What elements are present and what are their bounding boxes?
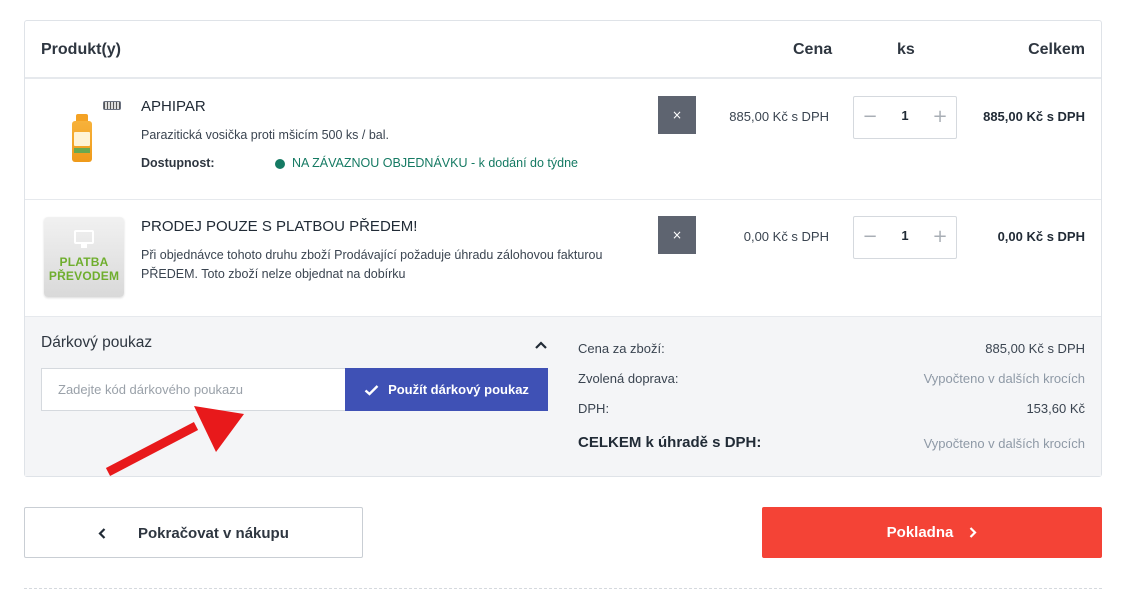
checkout-button[interactable]: Pokladna: [762, 507, 1102, 558]
chevron-right-icon: [970, 527, 977, 538]
product-name[interactable]: PRODEJ POUZE S PLATBOU PŘEDEM!: [141, 218, 417, 235]
quantity-stepper: − +: [853, 96, 957, 139]
summary-total-label: CELKEM k úhradě s DPH:: [578, 434, 762, 451]
summary-label: Zvolená doprava:: [578, 371, 679, 386]
cart-row: PLATBA PŘEVODEM PRODEJ POUZE S PLATBOU P…: [25, 200, 1101, 317]
checkmark-icon: [364, 384, 379, 396]
summary-value: Vypočteno v dalších krocích: [923, 371, 1085, 386]
availability-dot-icon: [275, 159, 285, 169]
header-price: Cena: [793, 41, 833, 58]
cart-header: Produkt(y) Cena ks Celkem: [25, 21, 1101, 79]
payment-thumbnail[interactable]: PLATBA PŘEVODEM: [44, 217, 124, 297]
qty-plus-button[interactable]: +: [928, 226, 952, 250]
summary-label: Cena za zboží:: [578, 341, 665, 356]
thumbnail-text: PLATBA: [59, 255, 109, 269]
qty-input[interactable]: [884, 228, 926, 243]
chevron-up-icon[interactable]: [533, 339, 549, 351]
gift-voucher-input[interactable]: [41, 368, 346, 411]
header-product: Produkt(y): [41, 41, 121, 58]
qty-minus-button[interactable]: −: [858, 226, 882, 250]
summary-value: 885,00 Kč s DPH: [985, 341, 1085, 356]
header-qty: ks: [897, 41, 915, 58]
item-total: 885,00 Kč s DPH: [983, 109, 1085, 124]
item-price: 885,00 Kč s DPH: [729, 109, 829, 124]
product-description: Parazitická vosička proti mšicím 500 ks …: [141, 128, 389, 142]
product-description: Při objednávce tohoto druhu zboží Prodáv…: [141, 248, 603, 281]
continue-shopping-label: Pokračovat v nákupu: [138, 525, 289, 542]
cart-footer: Dárkový poukaz Použít dárkový poukaz Cen…: [25, 317, 1101, 476]
qty-input[interactable]: [884, 108, 926, 123]
monitor-icon: [74, 230, 94, 244]
item-total: 0,00 Kč s DPH: [997, 229, 1085, 244]
availability-label: Dostupnost:: [141, 156, 215, 170]
header-total: Celkem: [1028, 41, 1085, 58]
divider: [24, 588, 1102, 589]
item-price: 0,00 Kč s DPH: [743, 229, 829, 244]
qty-plus-button[interactable]: +: [928, 106, 952, 130]
remove-item-button[interactable]: ×: [658, 216, 696, 254]
pouch-product-icon: [103, 101, 121, 110]
cart-table: Produkt(y) Cena ks Celkem APHIPAR Parazi…: [24, 20, 1102, 477]
product-name[interactable]: APHIPAR: [141, 98, 206, 115]
thumbnail-text: PŘEVODEM: [48, 269, 120, 283]
summary-value: 153,60 Kč: [1026, 401, 1085, 416]
chevron-left-icon: [98, 528, 106, 539]
bottle-product-icon[interactable]: [71, 114, 93, 162]
availability-text: NA ZÁVAZNOU OBJEDNÁVKU - k dodání do týd…: [292, 156, 578, 170]
qty-minus-button[interactable]: −: [858, 106, 882, 130]
gift-voucher-title: Dárkový poukaz: [41, 334, 153, 351]
remove-item-button[interactable]: ×: [658, 96, 696, 134]
checkout-label: Pokladna: [886, 524, 954, 541]
summary-total-value: Vypočteno v dalších krocích: [923, 436, 1085, 451]
summary-label: DPH:: [578, 401, 610, 416]
apply-voucher-button[interactable]: Použít dárkový poukaz: [345, 368, 548, 411]
cart-row: APHIPAR Parazitická vosička proti mšicím…: [25, 80, 1101, 200]
continue-shopping-button[interactable]: Pokračovat v nákupu: [24, 507, 363, 558]
apply-voucher-label: Použít dárkový poukaz: [388, 382, 529, 397]
quantity-stepper: − +: [853, 216, 957, 259]
